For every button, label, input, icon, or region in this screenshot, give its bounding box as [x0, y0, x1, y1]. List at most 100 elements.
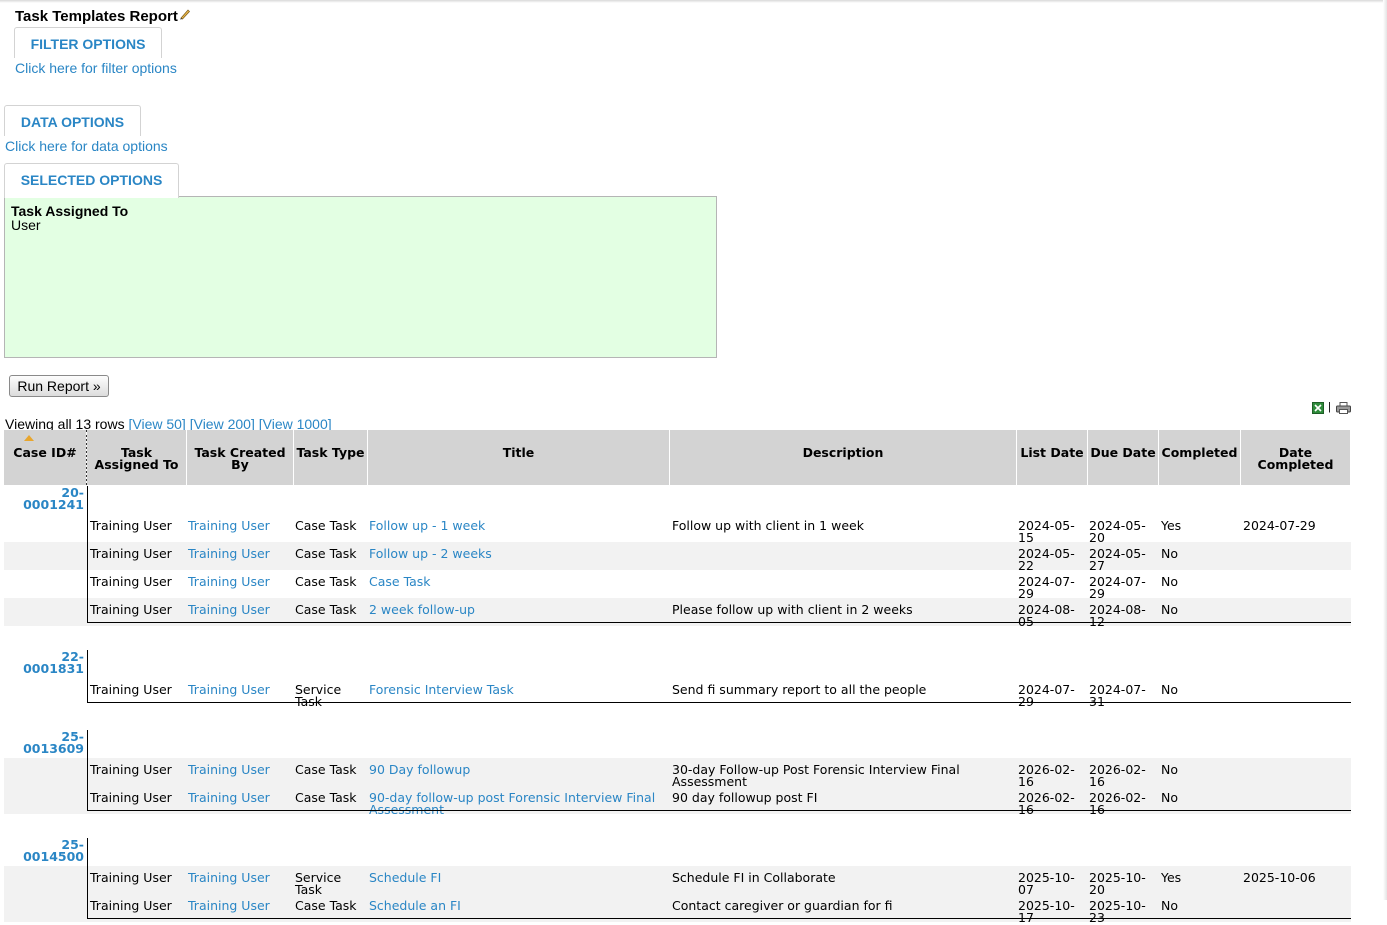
group-divider-vertical [87, 650, 88, 702]
cell-list-date: 2025-10-07 [1018, 870, 1075, 897]
cell-completed: No [1161, 574, 1178, 589]
case-id-link[interactable]: 25-0014500 [4, 838, 84, 863]
case-id-link[interactable]: 25-0013609 [4, 730, 84, 755]
cell-completed: Yes [1161, 870, 1182, 885]
cell-type: Service Task [295, 870, 342, 897]
cell-list-date: 2026-02-16 [1018, 790, 1075, 817]
cell-description: Schedule FI in Collaborate [672, 870, 836, 885]
group-divider-horizontal [87, 918, 1351, 919]
cell-title[interactable]: 2 week follow-up [369, 603, 667, 616]
cell-description: Please follow up with client in 2 weeks [672, 602, 913, 617]
cell-due-date: 2024-07-29 [1089, 574, 1146, 601]
cell-title[interactable]: 90 Day followup [369, 763, 667, 776]
header-description[interactable]: Description [670, 430, 1017, 485]
cell-created-by[interactable]: Training User [188, 791, 293, 804]
cell-title[interactable]: Follow up - 1 week [369, 519, 667, 532]
cell-title[interactable]: 90-day follow-up post Forensic Interview… [369, 791, 667, 816]
cell-due-date: 2025-10-23 [1089, 898, 1146, 925]
filter-options-link[interactable]: Click here for filter options [15, 60, 177, 76]
cell-completed: No [1161, 682, 1178, 697]
cell-title[interactable]: Case Task [369, 575, 667, 588]
cell-completed: No [1161, 602, 1178, 617]
cell-created-by[interactable]: Training User [188, 575, 293, 588]
cell-due-date: 2024-05-20 [1089, 518, 1146, 545]
cell-created-by[interactable]: Training User [188, 899, 293, 912]
cell-assigned: Training User [90, 574, 172, 589]
print-icon[interactable] [1336, 402, 1351, 414]
cell-type: Case Task [295, 762, 357, 777]
export-separator: | [1328, 401, 1331, 413]
cell-assigned: Training User [90, 790, 172, 805]
cell-due-date: 2024-05-27 [1089, 546, 1146, 573]
cell-due-date: 2026-02-16 [1089, 762, 1146, 789]
cell-created-by[interactable]: Training User [188, 871, 293, 884]
tab-filter-options[interactable]: FILTER OPTIONS [14, 27, 162, 58]
cell-assigned: Training User [90, 870, 172, 885]
cell-list-date: 2024-08-05 [1018, 602, 1075, 629]
cell-type: Case Task [295, 518, 357, 533]
page-title-text: Task Templates Report [15, 8, 178, 25]
cell-title[interactable]: Forensic Interview Task [369, 683, 667, 696]
group-divider-horizontal [87, 622, 1351, 623]
header-case-id[interactable]: Case ID# [4, 430, 87, 485]
group-divider-vertical [87, 486, 88, 622]
selected-option-value: User [11, 217, 41, 233]
cell-description: 90 day followup post FI [672, 790, 818, 805]
right-shadow [1383, 0, 1387, 900]
page-title: Task Templates Report [15, 8, 190, 25]
cell-due-date: 2026-02-16 [1089, 790, 1146, 817]
header-due-date[interactable]: Due Date [1088, 430, 1159, 485]
cell-assigned: Training User [90, 518, 172, 533]
cell-description: Send fi summary report to all the people [672, 682, 927, 697]
data-options-link[interactable]: Click here for data options [5, 138, 168, 154]
header-list-date[interactable]: List Date [1017, 430, 1088, 485]
cell-assigned: Training User [90, 762, 172, 777]
header-task-assigned-to[interactable]: Task Assigned To [87, 430, 187, 485]
cell-assigned: Training User [90, 898, 172, 913]
cell-type: Case Task [295, 546, 357, 561]
header-completed[interactable]: Completed [1159, 430, 1241, 485]
excel-icon[interactable] [1312, 402, 1324, 414]
cell-created-by[interactable]: Training User [188, 547, 293, 560]
cell-description: 30-day Follow-up Post Forensic Interview… [672, 762, 960, 789]
tab-data-options[interactable]: DATA OPTIONS [4, 105, 141, 136]
header-title[interactable]: Title [368, 430, 670, 485]
cell-list-date: 2024-05-15 [1018, 518, 1075, 545]
cell-description: Follow up with client in 1 week [672, 518, 864, 533]
cell-created-by[interactable]: Training User [188, 683, 293, 696]
cell-due-date: 2024-08-12 [1089, 602, 1146, 629]
tab-selected-options[interactable]: SELECTED OPTIONS [4, 163, 179, 198]
cell-list-date: 2024-05-22 [1018, 546, 1075, 573]
cell-created-by[interactable]: Training User [188, 519, 293, 532]
cell-title[interactable]: Schedule an FI [369, 899, 667, 912]
pencil-icon[interactable] [179, 8, 190, 20]
cell-due-date: 2024-07-31 [1089, 682, 1146, 709]
cell-created-by[interactable]: Training User [188, 603, 293, 616]
cell-assigned: Training User [90, 602, 172, 617]
case-id-link[interactable]: 20-0001241 [4, 486, 84, 511]
group-divider-vertical [87, 838, 88, 918]
cell-description: Contact caregiver or guardian for fi [672, 898, 893, 913]
cell-created-by[interactable]: Training User [188, 763, 293, 776]
cell-type: Case Task [295, 602, 357, 617]
cell-list-date: 2025-10-17 [1018, 898, 1075, 925]
cell-list-date: 2024-07-29 [1018, 574, 1075, 601]
case-id-link[interactable]: 22-0001831 [4, 650, 84, 675]
header-task-created-by[interactable]: Task Created By [187, 430, 294, 485]
cell-title[interactable]: Schedule FI [369, 871, 667, 884]
selected-options-panel: Task Assigned To User [4, 196, 717, 358]
cell-type: Case Task [295, 790, 357, 805]
cell-assigned: Training User [90, 682, 172, 697]
sort-asc-icon [24, 435, 34, 441]
cell-completed: No [1161, 790, 1178, 805]
cell-list-date: 2024-07-29 [1018, 682, 1075, 709]
cell-title[interactable]: Follow up - 2 weeks [369, 547, 667, 560]
run-report-button[interactable]: Run Report » [9, 375, 109, 397]
header-date-completed[interactable]: Date Completed [1241, 430, 1351, 485]
group-divider-horizontal [87, 810, 1351, 811]
cell-type: Service Task [295, 682, 342, 709]
cell-completed: No [1161, 762, 1178, 777]
cell-date-completed: 2025-10-06 [1243, 870, 1316, 885]
cell-list-date: 2026-02-16 [1018, 762, 1075, 789]
header-task-type[interactable]: Task Type [294, 430, 368, 485]
